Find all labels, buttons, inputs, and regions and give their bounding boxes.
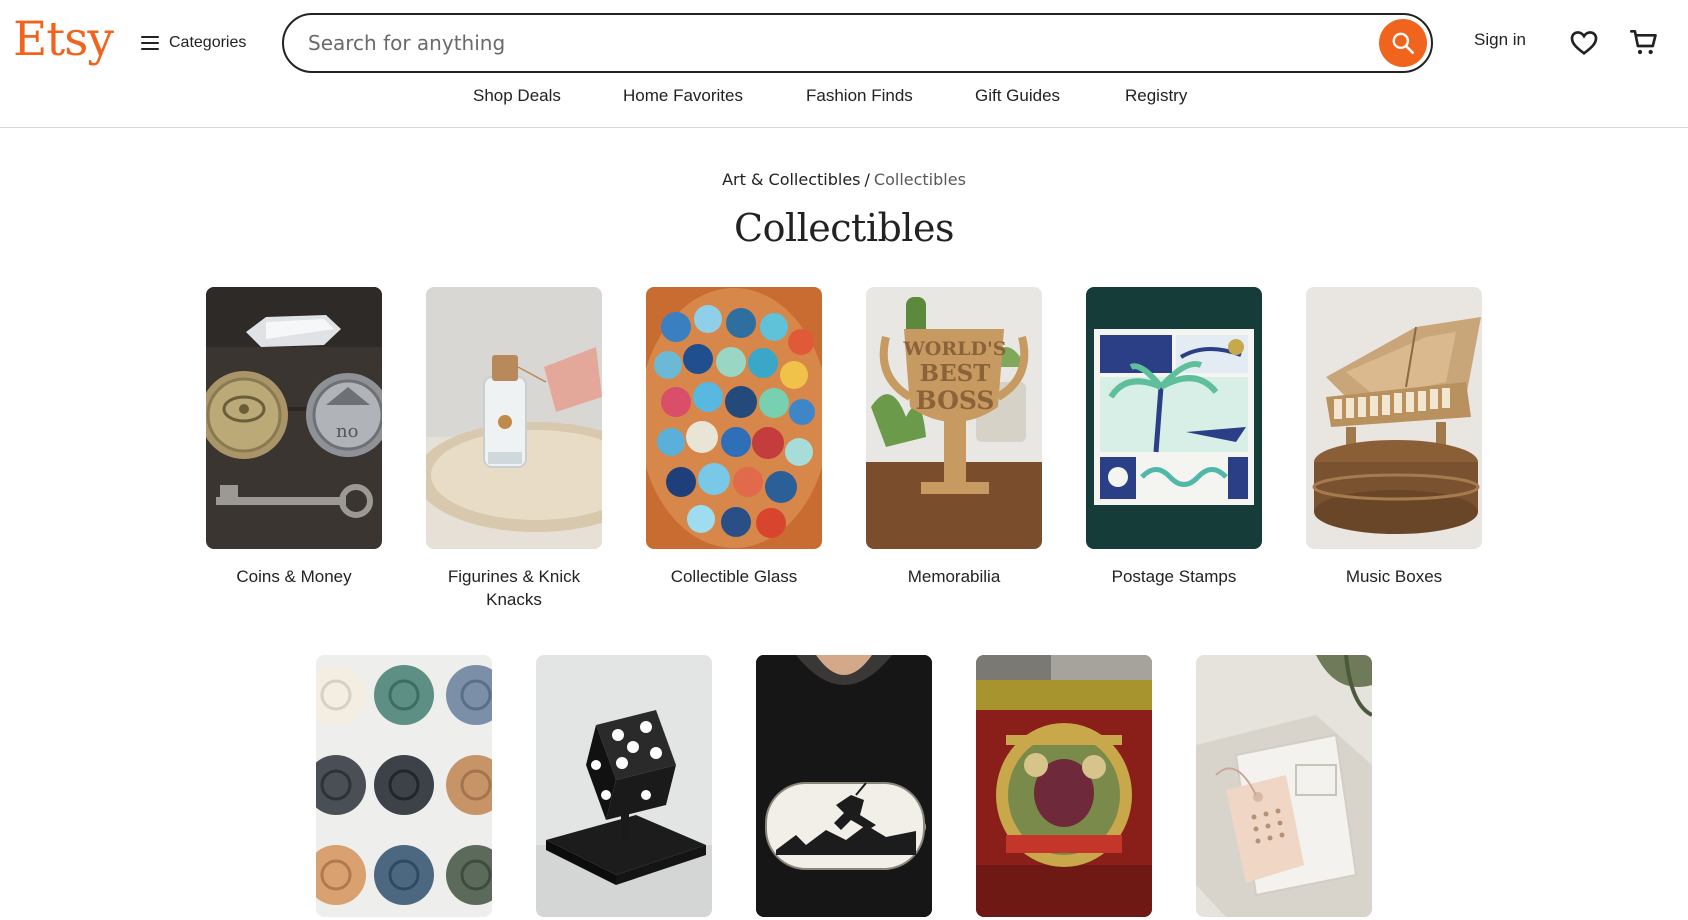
favorites-button[interactable]: [1568, 26, 1600, 58]
breadcrumb-separator: /: [864, 170, 870, 189]
page-title: Collectibles: [734, 206, 954, 250]
category-card-collectible-glass[interactable]: Collectible Glass: [646, 287, 822, 588]
category-card-postage-stamps[interactable]: Postage Stamps: [1086, 287, 1262, 588]
nav-fashion-finds[interactable]: Fashion Finds: [806, 86, 913, 106]
category-card-figurines[interactable]: Figurines & Knick Knacks: [426, 287, 602, 611]
breadcrumb-parent-link[interactable]: Art & Collectibles: [722, 170, 860, 189]
categories-button[interactable]: Categories: [141, 28, 246, 58]
cart-icon: [1630, 30, 1657, 55]
nav-gift-guides[interactable]: Gift Guides: [975, 86, 1060, 106]
figurines-image: [426, 287, 602, 549]
search-bar: [282, 13, 1433, 73]
ceramic-dishes-image: [316, 655, 492, 917]
sub-navigation: Shop Deals Home Favorites Fashion Finds …: [0, 86, 1688, 112]
search-button[interactable]: [1379, 19, 1427, 67]
category-card-row2-4[interactable]: [976, 655, 1152, 920]
cart-button[interactable]: [1628, 26, 1660, 58]
categories-label: Categories: [169, 34, 247, 51]
category-card-music-boxes[interactable]: Music Boxes: [1306, 287, 1482, 588]
category-card-row2-2[interactable]: [536, 655, 712, 920]
svg-text:no: no: [336, 421, 358, 442]
site-header: Etsy Categories Sign in Shop Deals Home …: [0, 0, 1688, 128]
search-input[interactable]: [308, 15, 1348, 71]
nav-shop-deals[interactable]: Shop Deals: [473, 86, 561, 106]
category-card-row2-3[interactable]: [756, 655, 932, 920]
leather-tag-image: [1196, 655, 1372, 917]
category-card-row2-1[interactable]: [316, 655, 492, 920]
category-card-memorabilia[interactable]: WORLD'S BEST BOSS Memorabilia: [866, 287, 1042, 588]
postage-stamps-image: [1086, 287, 1262, 549]
heart-icon: [1570, 31, 1598, 56]
memorabilia-sign-line-3: BOSS: [916, 386, 995, 415]
category-label: Music Boxes: [1345, 567, 1443, 586]
category-label: Memorabilia: [907, 567, 1001, 586]
vintage-tin-image: [976, 655, 1152, 917]
sign-in-link[interactable]: Sign in: [1474, 30, 1526, 50]
category-label: Figurines & Knick Knacks: [447, 567, 581, 609]
category-label: Collectible Glass: [670, 567, 798, 586]
coins-money-image: no: [206, 287, 382, 549]
collectible-glass-image: [646, 287, 822, 549]
category-card-coins-money[interactable]: no Coins & Money: [206, 287, 382, 588]
category-label: Postage Stamps: [1111, 567, 1237, 586]
memorabilia-image: WORLD'S BEST BOSS: [866, 287, 1042, 549]
memorabilia-sign-line-1: WORLD'S: [902, 338, 1006, 360]
category-label: Coins & Money: [236, 567, 352, 586]
menu-icon: [141, 36, 159, 50]
breadcrumb: Art & Collectibles / Collectibles: [0, 170, 1688, 189]
black-dice-image: [536, 655, 712, 917]
music-boxes-image: [1306, 287, 1482, 549]
breadcrumb-current: Collectibles: [873, 170, 966, 189]
etsy-logo[interactable]: Etsy: [13, 10, 114, 70]
ceramic-tray-image: [756, 655, 932, 917]
search-icon: [1392, 32, 1415, 55]
category-card-row2-5[interactable]: [1196, 655, 1372, 920]
nav-home-favorites[interactable]: Home Favorites: [623, 86, 743, 106]
nav-registry[interactable]: Registry: [1125, 86, 1187, 106]
memorabilia-sign-line-2: BEST: [920, 360, 991, 387]
